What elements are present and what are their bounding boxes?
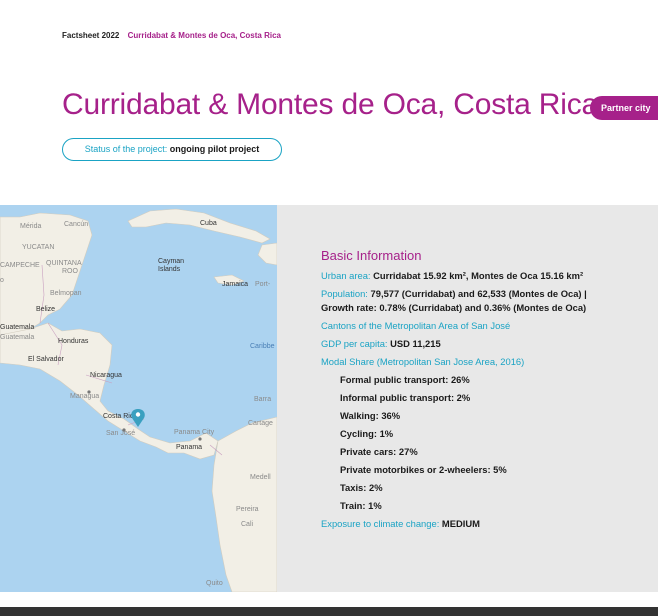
map-label: ROO xyxy=(62,268,79,275)
modal-item: Formal public transport: 26% xyxy=(340,374,470,385)
modal-item: Taxis: 2% xyxy=(340,482,383,493)
partner-city-badge: Partner city xyxy=(590,96,658,120)
map-label: Cali xyxy=(241,521,254,528)
modal-item: Walking: 36% xyxy=(340,410,401,421)
factsheet-label: Factsheet 2022 xyxy=(62,31,120,40)
map-label: Honduras xyxy=(58,338,89,345)
map-label: Managua xyxy=(70,393,99,400)
map-label: Cartage xyxy=(248,420,273,427)
gdp-row: GDP per capita: USD 11,215 xyxy=(321,337,591,351)
modal-item: Private cars: 27% xyxy=(340,446,418,457)
exposure-label: Exposure to climate change: xyxy=(321,518,440,529)
status-value: ongoing pilot project xyxy=(169,144,260,154)
map-label: Nicaragua xyxy=(90,372,122,379)
population-row: Population: 79,577 (Curridabat) and 62,5… xyxy=(321,287,591,315)
map-label: Caribbe xyxy=(250,343,275,350)
map-label: Jamaica xyxy=(222,281,248,288)
region-map: Mérida Cancún YUCATAN CAMPECHE QUINTANA … xyxy=(0,205,277,592)
map-label: YUCATAN xyxy=(22,244,54,251)
map-label: Cayman xyxy=(158,258,184,265)
project-status-pill: Status of the project: ongoing pilot pro… xyxy=(62,138,282,161)
city-dot xyxy=(198,437,202,441)
info-heading: Basic Information xyxy=(321,248,422,263)
map-label: Quito xyxy=(206,580,223,587)
map-label: Belize xyxy=(36,306,55,313)
modal-item: Private motorbikes or 2-wheelers: 5% xyxy=(340,464,507,475)
bottom-gap xyxy=(0,592,658,607)
map-label: QUINTANA xyxy=(46,260,82,267)
population-label: Population: xyxy=(321,288,368,299)
bottom-bar xyxy=(0,607,658,616)
city-dot xyxy=(87,390,91,394)
cantons-label: Cantons of the Metropolitan Area of San … xyxy=(321,320,511,331)
gdp-label: GDP per capita: xyxy=(321,338,388,349)
modal-share-label: Modal Share (Metropolitan San Jose Area,… xyxy=(321,356,525,367)
page-title: Curridabat & Montes de Oca, Costa Rica xyxy=(62,88,598,121)
city-dot xyxy=(122,428,126,432)
map-label: El Salvador xyxy=(28,356,64,363)
modal-item: Informal public transport: 2% xyxy=(340,392,471,403)
map-label: CAMPECHE xyxy=(0,262,40,269)
modal-item: Cycling: 1% xyxy=(340,428,394,439)
exposure-value: MEDIUM xyxy=(441,518,480,529)
map-label: Belmopan xyxy=(50,290,82,297)
modal-item: Train: 1% xyxy=(340,500,382,511)
map-label: Medell xyxy=(250,474,271,481)
map-label: San José xyxy=(106,430,135,437)
map-label: Islands xyxy=(158,266,181,273)
map-label: Barra xyxy=(254,396,271,403)
basic-information: Basic Information Urban area: Curridabat… xyxy=(321,249,591,535)
map-label: Cancún xyxy=(64,221,88,228)
map-label: Mérida xyxy=(20,223,42,230)
urban-area-row: Urban area: Curridabat 15.92 km², Montes… xyxy=(321,269,591,283)
status-label: Status of the project: xyxy=(84,144,168,154)
map-label: Cuba xyxy=(200,220,217,227)
map-label: Port- xyxy=(255,281,271,288)
map-label: Guatemala xyxy=(0,334,34,341)
map-label: Guatemala xyxy=(0,324,34,331)
gdp-value: USD 11,215 xyxy=(390,338,441,349)
map-label: Pereira xyxy=(236,506,259,513)
map-label: o xyxy=(0,277,4,284)
map-label: Panama xyxy=(176,444,202,451)
header-line: Factsheet 2022 Curridabat & Montes de Oc… xyxy=(62,31,281,40)
urban-area-label: Urban area: xyxy=(321,270,371,281)
exposure-row: Exposure to climate change: MEDIUM xyxy=(321,517,591,531)
map-svg: Mérida Cancún YUCATAN CAMPECHE QUINTANA … xyxy=(0,205,277,592)
location-label: Curridabat & Montes de Oca, Costa Rica xyxy=(127,31,281,40)
map-label: Panama City xyxy=(174,429,215,436)
urban-area-value: Curridabat 15.92 km², Montes de Oca 15.1… xyxy=(373,270,584,281)
